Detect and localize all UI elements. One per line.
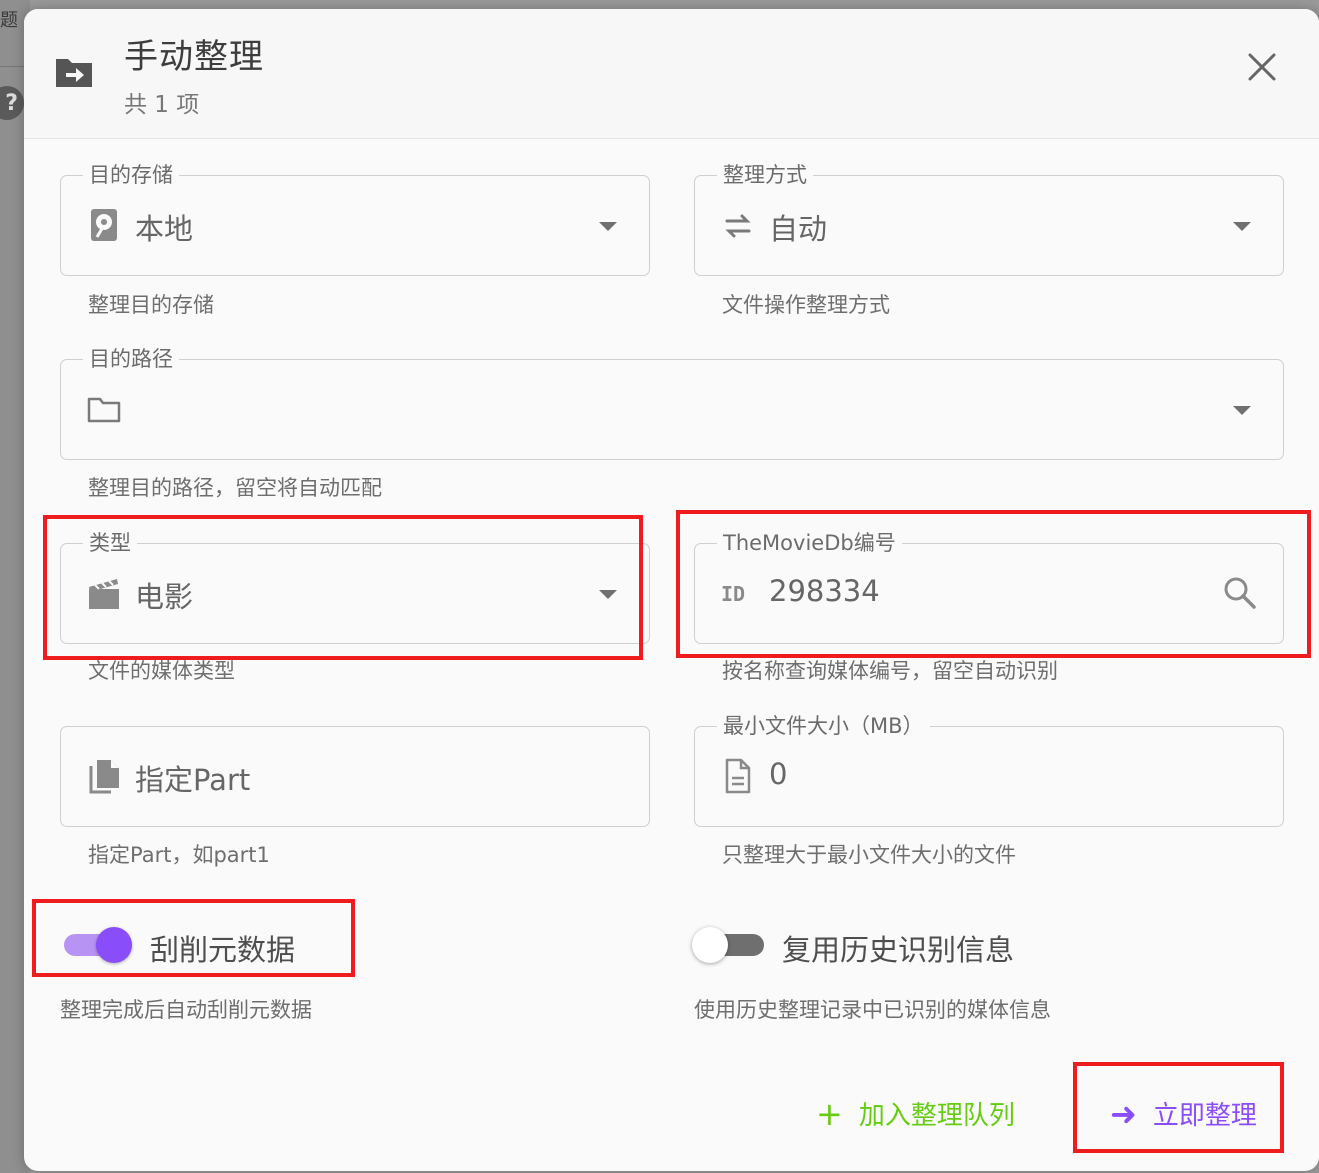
- media-type-select[interactable]: 类型 电影: [60, 530, 650, 644]
- transfer-mode-select[interactable]: 整理方式 自动: [694, 162, 1284, 276]
- scrape-switch[interactable]: [58, 925, 136, 965]
- dialog-header: 手动整理 共 1 项: [24, 9, 1319, 139]
- min-filesize-field[interactable]: 最小文件大小（MB） 0: [694, 713, 1284, 827]
- chevron-down-icon[interactable]: [1233, 406, 1251, 415]
- transfer-mode-label: 整理方式: [717, 162, 813, 188]
- chevron-down-icon[interactable]: [1233, 222, 1251, 231]
- switch-thumb: [96, 927, 132, 963]
- folder-move-icon: [56, 59, 92, 87]
- target-path-label: 目的路径: [83, 346, 179, 372]
- id-icon: ID: [721, 582, 746, 606]
- tmdb-id-input[interactable]: 298334: [769, 574, 880, 608]
- backdrop-title-fragment: 题: [0, 10, 18, 31]
- harddisk-icon: [91, 209, 117, 241]
- chevron-down-icon[interactable]: [599, 590, 617, 599]
- add-to-queue-label: 加入整理队列: [858, 1101, 1015, 1131]
- part-placeholder[interactable]: 指定Part: [135, 757, 250, 799]
- transfer-mode-value: 自动: [769, 212, 828, 246]
- min-filesize-hint: 只整理大于最小文件大小的文件: [722, 843, 1016, 867]
- storage-select[interactable]: 目的存储 本地: [60, 162, 650, 276]
- media-type-label: 类型: [83, 530, 137, 556]
- file-copy-icon: [89, 760, 119, 794]
- close-icon[interactable]: [1244, 49, 1280, 85]
- media-type-value: 电影: [135, 580, 194, 614]
- transfer-now-label: 立即整理: [1152, 1101, 1257, 1131]
- switch-thumb: [692, 927, 728, 963]
- storage-hint: 整理目的存储: [88, 293, 214, 317]
- add-to-queue-button[interactable]: + 加入整理队列: [816, 1095, 1015, 1132]
- dialog-title: 手动整理: [124, 37, 264, 77]
- target-path-hint: 整理目的路径，留空将自动匹配: [88, 476, 382, 500]
- swap-arrows-icon: [725, 214, 751, 238]
- file-document-icon: [725, 758, 751, 794]
- transfer-now-button[interactable]: ➜ 立即整理: [1110, 1095, 1257, 1132]
- tmdb-id-label: TheMovieDb编号: [717, 530, 902, 556]
- arrow-right-icon: ➜: [1110, 1094, 1137, 1133]
- scrape-hint: 整理完成后自动刮削元数据: [60, 998, 312, 1022]
- transfer-mode-hint: 文件操作整理方式: [722, 293, 890, 317]
- part-field[interactable]: 指定Part: [60, 726, 650, 827]
- clapperboard-icon: [89, 579, 119, 609]
- storage-value: 本地: [135, 212, 194, 246]
- chevron-down-icon[interactable]: [599, 222, 617, 231]
- reuse-history-label[interactable]: 复用历史识别信息: [782, 927, 1014, 969]
- media-type-hint: 文件的媒体类型: [88, 659, 235, 683]
- plus-icon: +: [816, 1094, 843, 1133]
- reuse-history-hint: 使用历史整理记录中已识别的媒体信息: [694, 998, 1051, 1022]
- reuse-history-switch[interactable]: [692, 925, 770, 965]
- dialog-subtitle: 共 1 项: [124, 92, 200, 118]
- part-hint: 指定Part，如part1: [88, 843, 270, 867]
- min-filesize-label: 最小文件大小（MB）: [717, 713, 930, 739]
- manual-transfer-dialog: 手动整理 共 1 项 目的存储 本地 整理目的存储 整理方式 自动 文件操作整理…: [24, 9, 1319, 1171]
- tmdb-id-field[interactable]: TheMovieDb编号 ID 298334: [694, 530, 1284, 644]
- tmdb-id-hint: 按名称查询媒体编号，留空自动识别: [722, 659, 1058, 683]
- folder-icon: [87, 397, 121, 423]
- search-icon[interactable]: [1221, 574, 1259, 612]
- target-path-combobox[interactable]: 目的路径: [60, 346, 1284, 460]
- min-filesize-input[interactable]: 0: [769, 757, 787, 791]
- scrape-label[interactable]: 刮削元数据: [150, 927, 295, 969]
- storage-label: 目的存储: [83, 162, 179, 188]
